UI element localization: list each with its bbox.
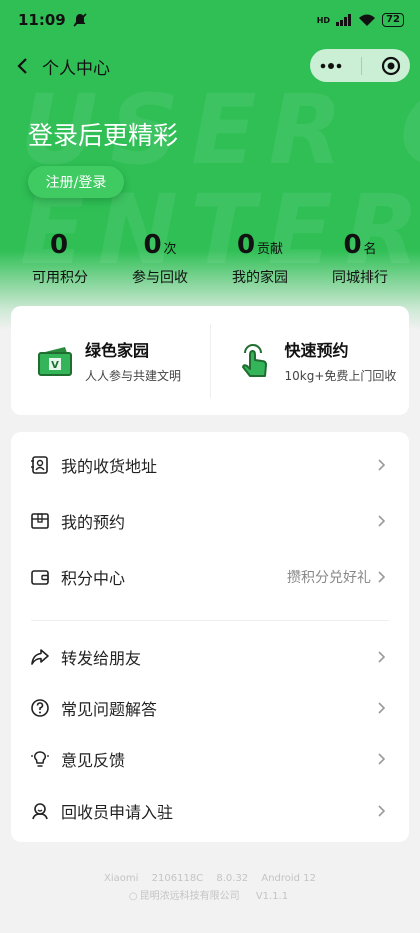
quick-title-booking: 快速预约: [284, 341, 349, 360]
chevron-right-icon: [378, 702, 386, 714]
battery-indicator: 72: [382, 13, 404, 27]
green-wallet-icon: V: [38, 346, 72, 376]
tap-hand-icon: [241, 343, 267, 377]
share-icon: [29, 646, 51, 668]
menu-item-address[interactable]: 我的收货地址: [11, 439, 409, 491]
menu-item-share[interactable]: 转发给朋友: [11, 631, 409, 683]
stat-recycle-count[interactable]: 0次 参与回收: [110, 228, 210, 287]
wifi-icon: [359, 14, 376, 26]
menu-item-feedback[interactable]: 意见反馈: [11, 733, 409, 785]
chevron-left-icon: [17, 58, 27, 74]
menu-card: 我的收货地址 我的预约 积分中心 攒积分兑好礼 转发给朋友 常见问题解答 意见反…: [11, 432, 409, 842]
chevron-right-icon: [378, 805, 386, 817]
menu-item-faq[interactable]: 常见问题解答: [11, 682, 409, 734]
footer-app-version: V1.1.1: [255, 891, 289, 902]
footer-model: 2106118C: [151, 873, 204, 884]
more-icon[interactable]: [320, 62, 342, 70]
menu-divider: [31, 620, 389, 621]
page-title: 个人中心: [42, 58, 110, 79]
stat-points[interactable]: 0 可用积分: [10, 228, 110, 287]
miniprogram-capsule: [310, 49, 410, 82]
register-login-button[interactable]: 注册/登录: [28, 166, 124, 198]
footer-info: Xiaomi 2106118C 8.0.32 Android 12 ○ 昆明浓远科…: [0, 870, 420, 906]
capsule-divider: [360, 56, 362, 75]
quick-booking-entry[interactable]: 快速预约 10kg+免费上门回收: [211, 306, 410, 415]
chevron-right-icon: [378, 753, 386, 765]
menu-item-points-center[interactable]: 积分中心 攒积分兑好礼: [11, 551, 409, 603]
stat-home-contribution[interactable]: 0 贡献 我的家园: [210, 228, 310, 287]
status-bar: 11:09 HD 72: [0, 0, 420, 40]
status-time: 11:09: [18, 11, 66, 29]
question-icon: [29, 697, 51, 719]
footer-device: Xiaomi: [104, 873, 139, 884]
menu-item-recycler-apply[interactable]: 回收员申请入驻: [11, 785, 409, 837]
company-icon: ○: [128, 891, 138, 902]
green-home-entry[interactable]: V 绿色家园 人人参与共建文明: [11, 306, 210, 415]
chevron-right-icon: [378, 571, 386, 583]
box-icon: [29, 510, 51, 532]
address-icon: [29, 454, 51, 476]
signal-icon: [336, 14, 352, 26]
chevron-right-icon: [378, 515, 386, 527]
svg-text:V: V: [51, 360, 59, 371]
stats-row: 0 可用积分 0次 参与回收 0 贡献 我的家园 0名 同城排行: [10, 228, 410, 287]
footer-company: 昆明浓远科技有限公司: [139, 891, 240, 902]
close-target-icon[interactable]: [381, 56, 401, 76]
wallet-icon: [29, 566, 51, 588]
bulb-icon: [29, 748, 51, 770]
quick-sub-booking: 10kg+免费上门回收: [284, 369, 397, 383]
user-icon: [29, 800, 51, 822]
quick-actions-card: V 绿色家园 人人参与共建文明 快速预约 10kg+免费上门回收: [11, 306, 409, 415]
menu-item-booking[interactable]: 我的预约: [11, 495, 409, 547]
footer-os: Android 12: [261, 873, 316, 884]
signal-hd-label: HD: [316, 15, 331, 25]
footer-wechat-version: 8.0.32: [216, 873, 249, 884]
chevron-right-icon: [378, 459, 386, 471]
mute-icon: [73, 13, 87, 27]
quick-title-green-home: 绿色家园: [85, 341, 150, 360]
chevron-right-icon: [378, 651, 386, 663]
back-button[interactable]: [2, 46, 42, 86]
stat-city-rank[interactable]: 0名 同城排行: [310, 228, 410, 287]
nav-bar: 个人中心: [0, 46, 420, 86]
quick-sub-green-home: 人人参与共建文明: [85, 369, 182, 383]
login-title: 登录后更精彩: [28, 121, 179, 150]
